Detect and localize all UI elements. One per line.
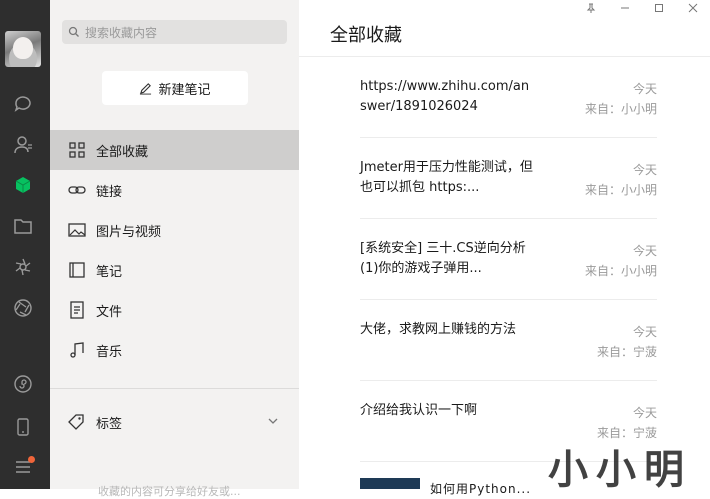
moments-icon[interactable] — [12, 256, 34, 278]
menu-item-music[interactable]: 音乐 — [50, 330, 299, 370]
search-icon — [68, 26, 79, 37]
menu-item-files[interactable]: 文件 — [50, 290, 299, 330]
item-date: 今天 — [632, 82, 657, 96]
menu-item-label: 笔记 — [96, 264, 123, 280]
menu-item-label: 链接 — [96, 184, 123, 200]
close-icon[interactable] — [676, 0, 710, 16]
chevron-down-icon[interactable] — [267, 415, 279, 427]
list-item[interactable]: [系统安全] 三十.CS逆向分析 (1)你的游戏子弹用... 今天 来自：小小明 — [360, 219, 657, 300]
menu-item-label: 文件 — [96, 304, 123, 320]
favorites-list: https://www.zhihu.com/answer/1891026024 … — [360, 57, 657, 462]
link-icon — [67, 180, 87, 200]
item-source: 来自：宁菠 — [596, 345, 657, 359]
menu-item-notes[interactable]: 笔记 — [50, 250, 299, 290]
item-date: 今天 — [632, 244, 657, 258]
item-text: 介绍给我认识一下啊 — [360, 403, 478, 418]
category-menu: 全部收藏 链接 图片与视频 笔记 文件 音乐 — [50, 130, 299, 370]
contacts-icon[interactable] — [12, 134, 34, 156]
window-controls — [574, 0, 710, 16]
mini-program-icon[interactable] — [12, 373, 34, 395]
menu-item-label: 音乐 — [96, 344, 123, 360]
watermark: 小小明 — [548, 446, 692, 493]
item-text: 大佬，求教网上赚钱的方法 — [360, 322, 517, 337]
list-item[interactable]: Jmeter用于压力性能测试，但也可以抓包 https:... 今天 来自：小小… — [360, 138, 657, 219]
menu-item-all[interactable]: 全部收藏 — [50, 130, 299, 170]
avatar[interactable] — [5, 31, 41, 67]
menu-item-label: 全部收藏 — [96, 144, 149, 160]
notification-dot — [28, 456, 35, 463]
main-panel: 全部收藏 https://www.zhihu.com/answer/189102… — [299, 0, 710, 489]
favorites-cube-icon[interactable] — [12, 174, 34, 196]
list-item[interactable]: https://www.zhihu.com/answer/1891026024 … — [360, 57, 657, 138]
item-date: 今天 — [632, 163, 657, 177]
tags-label: 标签 — [96, 416, 123, 432]
menu-item-label: 图片与视频 — [96, 224, 162, 240]
minimize-icon[interactable] — [608, 0, 642, 16]
item-source: 来自：小小明 — [584, 102, 657, 116]
item-source: 来自：小小明 — [584, 264, 657, 278]
footer-hint: 收藏的内容可分享给好友或... — [98, 485, 241, 498]
item-text: https://www.zhihu.com/answer/1891026024 — [360, 79, 530, 114]
menu-item-links[interactable]: 链接 — [50, 170, 299, 210]
notebook-icon — [67, 260, 87, 280]
phone-icon[interactable] — [12, 416, 34, 438]
file-icon — [67, 300, 87, 320]
tags-section[interactable]: 标签 — [50, 403, 299, 441]
tag-icon — [67, 412, 87, 432]
new-note-button[interactable]: 新建笔记 — [102, 71, 248, 105]
item-text: [系统安全] 三十.CS逆向分析 (1)你的游戏子弹用... — [360, 241, 526, 276]
favorites-sidebar: 搜索收藏内容 新建笔记 全部收藏 链接 图片与视频 笔记 文件 音乐 标签 收藏… — [50, 0, 299, 498]
new-note-label: 新建笔记 — [158, 82, 211, 98]
item-source: 来自：小小明 — [584, 183, 657, 197]
list-item[interactable]: 大佬，求教网上赚钱的方法 今天 来自：宁菠 — [360, 300, 657, 381]
item-date: 今天 — [632, 325, 657, 339]
page-title: 全部收藏 — [330, 25, 402, 46]
aperture-icon[interactable] — [12, 297, 34, 319]
menu-item-media[interactable]: 图片与视频 — [50, 210, 299, 250]
music-icon — [67, 340, 87, 360]
app-rail — [0, 0, 50, 489]
item-text: Jmeter用于压力性能测试，但也可以抓包 https:... — [360, 160, 533, 195]
search-input[interactable]: 搜索收藏内容 — [85, 24, 157, 41]
search-box[interactable]: 搜索收藏内容 — [62, 20, 287, 44]
chat-icon[interactable] — [12, 93, 34, 115]
pin-icon[interactable] — [574, 0, 608, 16]
grid-icon — [67, 140, 87, 160]
folder-icon[interactable] — [12, 215, 34, 237]
image-icon — [67, 220, 87, 240]
maximize-icon[interactable] — [642, 0, 676, 16]
item-date: 今天 — [632, 406, 657, 420]
item-thumbnail — [360, 478, 420, 489]
pencil-icon — [140, 82, 152, 95]
divider — [50, 388, 299, 389]
